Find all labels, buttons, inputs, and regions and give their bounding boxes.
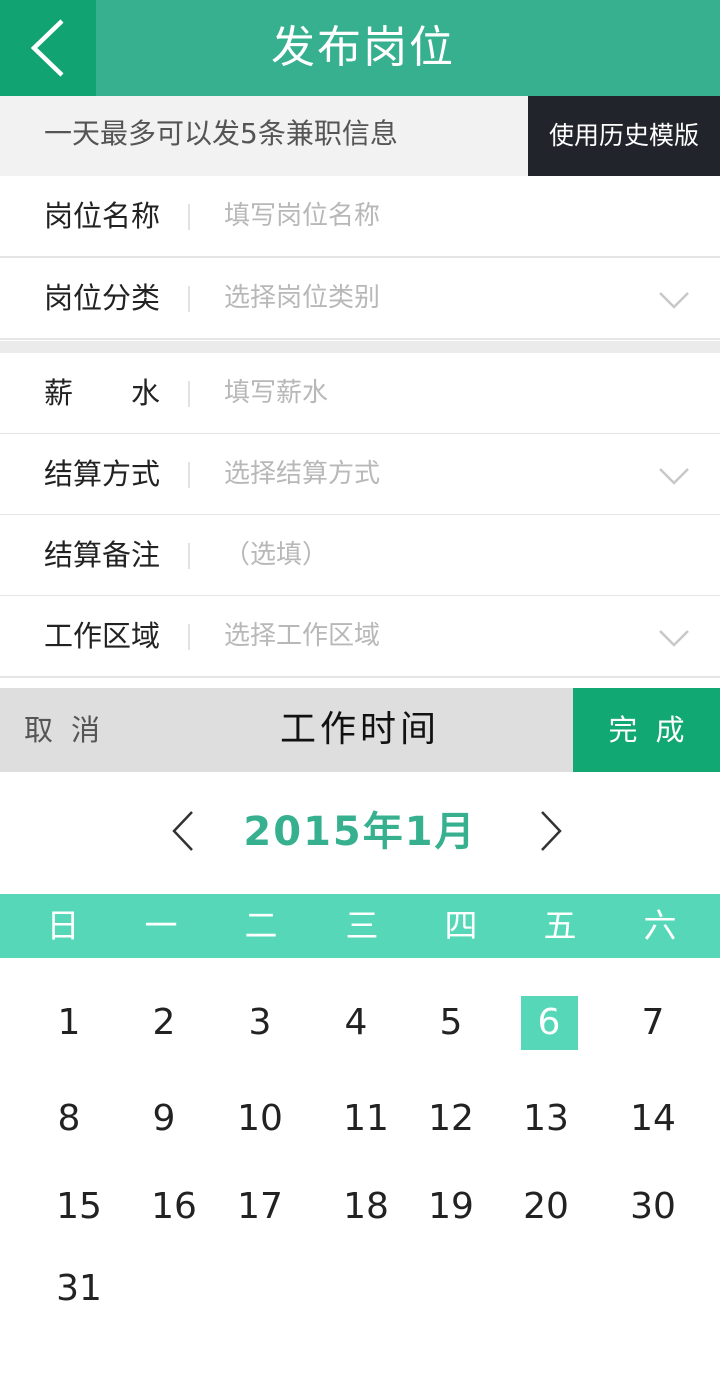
settlement-method-select[interactable]: 选择结算方式 <box>224 434 380 514</box>
calendar-day[interactable]: 12 <box>401 1087 501 1151</box>
month-label: 2015年1月 <box>243 809 477 855</box>
weekday-label: 四 <box>444 906 478 945</box>
settlement-note-label: 结算备注 <box>44 538 161 572</box>
work-area-label: 工作区域 <box>44 619 161 653</box>
weekday-label: 日 <box>46 906 80 945</box>
job-category-row[interactable]: 岗位分类 选择岗位类别 <box>0 258 720 340</box>
prev-month-icon[interactable] <box>170 810 196 852</box>
weekday-label: 二 <box>244 906 278 945</box>
section-divider <box>0 341 720 353</box>
divider <box>188 543 190 569</box>
calendar-day[interactable]: 2 <box>114 991 214 1055</box>
calendar-day[interactable]: 15 <box>29 1175 129 1239</box>
done-button[interactable]: 完成 <box>573 688 720 772</box>
notice-text: 一天最多可以发5条兼职信息 <box>44 117 398 150</box>
calendar-day[interactable]: 5 <box>401 991 501 1055</box>
calendar-day[interactable]: 1 <box>19 991 119 1055</box>
settlement-note-input[interactable]: （选填） <box>224 515 328 595</box>
divider <box>188 381 190 407</box>
job-category-label: 岗位分类 <box>44 281 161 315</box>
next-month-icon[interactable] <box>538 810 564 852</box>
chevron-down-icon <box>659 630 689 647</box>
weekday-label: 五 <box>543 906 577 945</box>
divider <box>188 286 190 312</box>
weekday-label: 三 <box>345 906 379 945</box>
weekday-header: 日 一 二 三 四 五 六 <box>0 894 720 958</box>
chevron-left-icon <box>30 19 64 77</box>
calendar-day[interactable]: 20 <box>496 1175 596 1239</box>
chevron-down-icon <box>659 292 689 309</box>
divider <box>188 204 190 230</box>
cancel-button[interactable]: 取消 <box>0 688 130 772</box>
job-category-select[interactable]: 选择岗位类别 <box>224 258 380 338</box>
calendar-day[interactable]: 4 <box>306 991 406 1055</box>
back-button[interactable] <box>0 0 96 96</box>
divider <box>188 624 190 650</box>
salary-label: 薪 水 <box>44 376 161 410</box>
calendar-day[interactable]: 8 <box>19 1087 119 1151</box>
picker-title: 工作时间 <box>279 709 440 750</box>
job-name-row[interactable]: 岗位名称 填写岗位名称 <box>0 176 720 258</box>
weekday-label: 一 <box>144 906 178 945</box>
calendar-day-selected[interactable]: 6 <box>499 991 599 1055</box>
calendar-day[interactable]: 30 <box>603 1175 703 1239</box>
calendar-day[interactable]: 7 <box>603 991 703 1055</box>
divider <box>188 462 190 488</box>
weekday-label: 六 <box>643 906 677 945</box>
use-history-template-button[interactable]: 使用历史模版 <box>528 96 720 176</box>
calendar-day[interactable]: 16 <box>124 1175 224 1239</box>
calendar-day[interactable]: 10 <box>210 1087 310 1151</box>
salary-input[interactable]: 填写薪水 <box>224 353 328 433</box>
work-area-row[interactable]: 工作区域 选择工作区域 <box>0 596 720 678</box>
page-title: 发布岗位 <box>271 22 455 73</box>
calendar-day[interactable]: 14 <box>603 1087 703 1151</box>
chevron-down-icon <box>659 468 689 485</box>
job-name-input[interactable]: 填写岗位名称 <box>224 176 380 256</box>
calendar-day[interactable]: 19 <box>401 1175 501 1239</box>
calendar-day[interactable]: 31 <box>29 1257 129 1321</box>
calendar-day[interactable]: 13 <box>496 1087 596 1151</box>
job-name-label: 岗位名称 <box>44 199 161 233</box>
calendar-day[interactable]: 9 <box>114 1087 214 1151</box>
work-area-select[interactable]: 选择工作区域 <box>224 596 380 676</box>
settlement-note-row[interactable]: 结算备注 （选填） <box>0 515 720 597</box>
salary-row[interactable]: 薪 水 填写薪水 <box>0 353 720 435</box>
settlement-method-label: 结算方式 <box>44 457 161 491</box>
calendar-day[interactable]: 3 <box>210 991 310 1055</box>
calendar-day[interactable]: 17 <box>210 1175 310 1239</box>
selected-day-label: 6 <box>520 996 578 1050</box>
settlement-method-row[interactable]: 结算方式 选择结算方式 <box>0 434 720 516</box>
